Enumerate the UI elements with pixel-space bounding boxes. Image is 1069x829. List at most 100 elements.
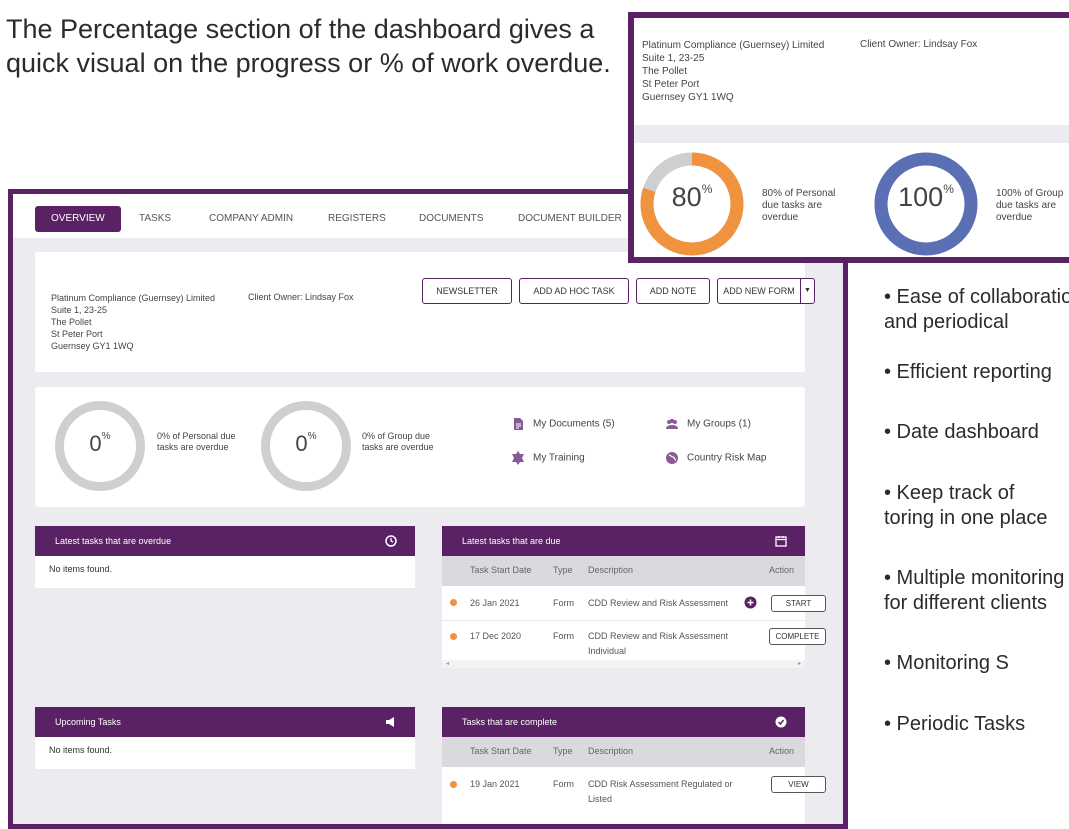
- add-circle-icon[interactable]: [744, 596, 757, 609]
- bullet-line: and periodical: [884, 311, 1009, 333]
- personal-overdue-label: 0% of Personal due tasks are overdue: [157, 431, 236, 452]
- address-line: Suite 1, 23-25: [642, 53, 705, 64]
- task-date: 26 Jan 2021: [470, 598, 520, 608]
- task-type: Form: [553, 631, 574, 641]
- task-date: 17 Dec 2020: [470, 631, 522, 641]
- company-address: Platinum Compliance (Guernsey) Limited S…: [642, 39, 824, 104]
- upcoming-panel-title: Upcoming Tasks: [55, 717, 121, 727]
- address-line: The Pollet: [642, 66, 688, 77]
- upcoming-panel-body: No items found.: [35, 737, 415, 769]
- table-header: Task Start Date Type Description Action: [442, 737, 805, 767]
- personal-overdue-ring: 0%: [55, 401, 145, 491]
- bullet-line: • Date dashboard: [884, 421, 1039, 443]
- due-panel-body: Task Start Date Type Description Action …: [442, 556, 826, 668]
- my-training-link[interactable]: My Training: [511, 451, 585, 465]
- task-date: 19 Jan 2021: [470, 779, 520, 789]
- tab-registers[interactable]: REGISTERS: [328, 206, 386, 232]
- megaphone-icon: [386, 717, 394, 727]
- company-name: Platinum Compliance (Guernsey) Limited: [51, 293, 216, 303]
- clock-icon: [385, 535, 397, 547]
- tab-company-admin[interactable]: COMPANY ADMIN: [209, 206, 293, 232]
- tab-tasks[interactable]: TASKS: [139, 206, 171, 232]
- task-description: CDD Review and Risk Assessment Individual: [588, 631, 729, 656]
- complete-panel-body: Task Start Date Type Description Action …: [442, 737, 826, 824]
- column-header: Action: [769, 565, 795, 575]
- add-new-form-button[interactable]: ADD NEW FORM ▼: [717, 278, 815, 304]
- upcoming-panel-header: Upcoming Tasks: [35, 707, 415, 737]
- address-line: Guernsey GY1 1WQ: [51, 341, 134, 351]
- group-icon: [666, 418, 678, 429]
- address-line: St Peter Port: [642, 79, 700, 90]
- inset-company-card: Platinum Compliance (Guernsey) Limited S…: [634, 18, 1069, 125]
- bullet-line: • Efficient reporting: [884, 361, 1052, 383]
- overdue-panel-body: No items found.: [35, 556, 415, 588]
- status-dot: [450, 599, 457, 606]
- feature-bullets: • Ease of collaboration and periodical •…: [884, 270, 1069, 829]
- tab-documents[interactable]: DOCUMENTS: [419, 206, 483, 232]
- status-dot: [450, 633, 457, 640]
- due-panel-title: Latest tasks that are due: [462, 536, 561, 546]
- empty-message: No items found.: [49, 564, 113, 574]
- due-panel-header: Latest tasks that are due: [442, 526, 805, 556]
- complete-panel-title: Tasks that are complete: [462, 717, 558, 727]
- task-type: Form: [553, 779, 574, 789]
- overdue-panel-header: Latest tasks that are overdue: [35, 526, 415, 556]
- company-card: Platinum Compliance (Guernsey) Limited S…: [35, 252, 815, 372]
- group-overdue-ring: 0%: [261, 401, 351, 491]
- check-circle-icon: [775, 716, 787, 728]
- column-header: Action: [769, 746, 795, 756]
- task-type: Form: [553, 598, 574, 608]
- column-header: Type: [553, 565, 573, 575]
- zoomed-inset: Platinum Compliance (Guernsey) Limited S…: [628, 12, 1069, 263]
- add-note-button[interactable]: ADD NOTE: [636, 278, 710, 304]
- bullet-line: • Monitoring S: [884, 652, 1009, 674]
- column-header: Description: [588, 746, 634, 756]
- address-line: St Peter Port: [51, 329, 103, 339]
- add-ad-hoc-task-button[interactable]: ADD AD HOC TASK: [519, 278, 629, 304]
- tab-overview[interactable]: OVERVIEW: [35, 206, 121, 232]
- newsletter-button[interactable]: NEWSLETTER: [422, 278, 512, 304]
- address-line: The Pollet: [51, 317, 92, 327]
- company-address: Platinum Compliance (Guernsey) Limited S…: [51, 292, 215, 352]
- bullet-line: • Periodic Tasks: [884, 713, 1026, 735]
- personal-overdue-label: 80% of Personal due tasks are overdue: [762, 188, 836, 223]
- bullet-line: • Keep track of: [884, 482, 1015, 504]
- complete-panel-header: Tasks that are complete: [442, 707, 805, 737]
- intro-text: The Percentage section of the dashboard …: [6, 14, 611, 78]
- table-header: Task Start Date Type Description Action: [442, 556, 805, 586]
- status-dot: [450, 781, 457, 788]
- view-button[interactable]: VIEW: [771, 776, 826, 793]
- task-description: CDD Review and Risk Assessment: [588, 598, 729, 608]
- group-overdue-label: 100% of Group due tasks are overdue: [996, 188, 1064, 223]
- country-risk-map-link[interactable]: Country Risk Map: [665, 451, 766, 465]
- tab-document-builder[interactable]: DOCUMENT BUILDER: [518, 206, 622, 232]
- group-overdue-value: 0%: [295, 431, 317, 456]
- stats-card: 0% 0% of Personal due tasks are overdue …: [35, 387, 805, 507]
- column-header: Type: [553, 746, 573, 756]
- add-new-form-label: ADD NEW FORM: [723, 286, 795, 296]
- bullet-line: • Ease of collaboration: [884, 286, 1069, 308]
- personal-overdue-value: 80%: [671, 182, 713, 212]
- company-name: Platinum Compliance (Guernsey) Limited: [642, 40, 825, 51]
- caret-down-icon[interactable]: ▼: [800, 279, 814, 303]
- document-icon: [514, 418, 523, 430]
- overdue-panel-title: Latest tasks that are overdue: [55, 536, 172, 546]
- complete-button[interactable]: COMPLETE: [769, 628, 826, 645]
- my-groups-link[interactable]: My Groups (1): [665, 417, 751, 431]
- row-divider: [442, 620, 805, 621]
- group-overdue-label: 0% of Group due tasks are overdue: [362, 431, 434, 452]
- horizontal-scrollbar[interactable]: ◂ ▸: [442, 660, 805, 668]
- globe-icon: [666, 452, 678, 464]
- badge-icon: [512, 451, 524, 465]
- personal-overdue-value: 0%: [89, 431, 111, 456]
- client-owner: Client Owner: Lindsay Fox: [860, 39, 978, 50]
- empty-message: No items found.: [49, 745, 113, 755]
- inset-stats-band: 80% 80% of Personal due tasks are overdu…: [634, 143, 1069, 257]
- column-header: Task Start Date: [470, 746, 532, 756]
- bullet-line: toring in one place: [884, 507, 1048, 529]
- start-button[interactable]: START: [771, 595, 826, 612]
- group-overdue-value: 100%: [898, 182, 954, 212]
- my-documents-link[interactable]: My Documents (5): [511, 417, 615, 431]
- bullet-line: • Multiple monitoring: [884, 567, 1065, 589]
- address-line: Suite 1, 23-25: [51, 305, 108, 315]
